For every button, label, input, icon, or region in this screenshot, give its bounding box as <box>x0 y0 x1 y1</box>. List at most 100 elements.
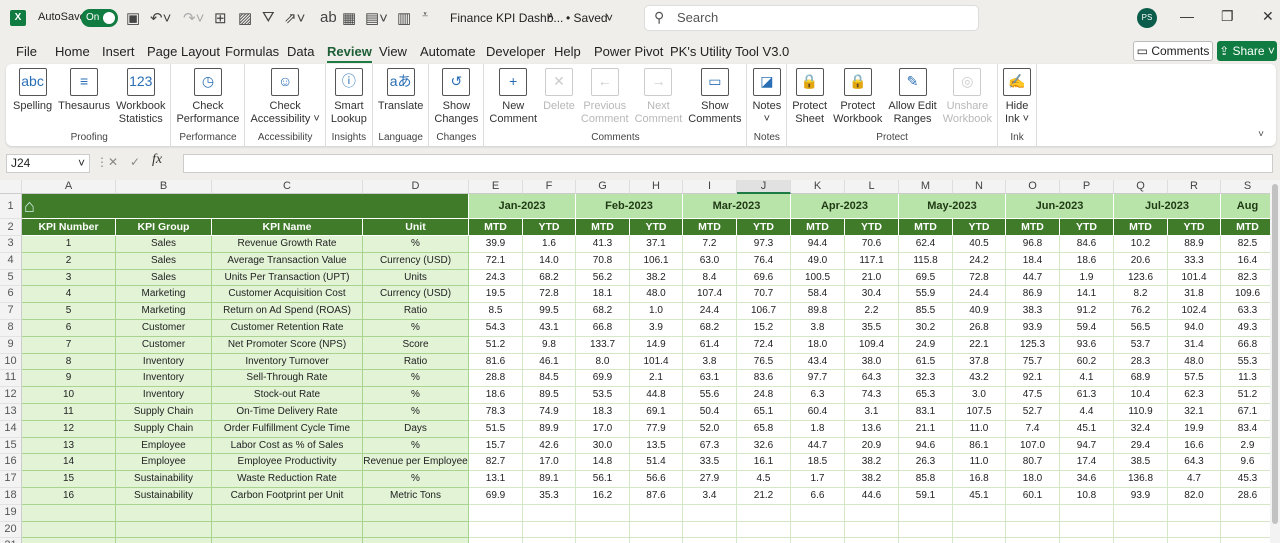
column-header-l[interactable]: L <box>845 180 899 194</box>
value-cell[interactable]: 86.1 <box>953 437 1006 455</box>
value-cell[interactable]: 44.7 <box>1006 269 1060 287</box>
kpi-unit-cell[interactable]: Currency (USD) <box>363 252 469 270</box>
save-status[interactable]: • Saved <box>566 11 608 25</box>
value-cell[interactable]: 84.5 <box>523 370 576 388</box>
value-cell[interactable]: 97.7 <box>791 370 845 388</box>
value-cell[interactable]: 65.1 <box>737 404 791 421</box>
value-cell[interactable]: 38.5 <box>1114 454 1168 472</box>
borders-icon[interactable]: ⊞ <box>214 9 227 27</box>
row-header[interactable]: 7 <box>0 303 22 320</box>
kpi-group-cell[interactable]: Sales <box>116 252 212 270</box>
kpi-unit-cell[interactable]: % <box>363 404 469 421</box>
column-header-c[interactable]: C <box>212 180 363 194</box>
value-cell[interactable]: 17.0 <box>576 420 630 438</box>
value-cell[interactable]: 16.1 <box>737 454 791 472</box>
row-header[interactable]: 12 <box>0 387 22 404</box>
value-cell[interactable]: 24.4 <box>953 286 1006 304</box>
kpi-unit-cell[interactable]: % <box>363 437 469 455</box>
value-cell[interactable]: 10.2 <box>1114 236 1168 253</box>
value-cell[interactable]: 94.4 <box>791 236 845 253</box>
empty-cell[interactable] <box>953 504 1006 522</box>
kpi-num-cell[interactable]: 11 <box>22 404 116 421</box>
row-header[interactable]: 1 <box>0 194 22 219</box>
value-cell[interactable]: 28.3 <box>1114 353 1168 371</box>
value-cell[interactable]: 67.3 <box>683 437 737 455</box>
empty-cell[interactable] <box>630 521 683 539</box>
value-cell[interactable]: 67.1 <box>1221 404 1270 421</box>
kpi-name-cell[interactable]: Average Transaction Value <box>212 252 363 270</box>
kpi-name-cell[interactable]: Order Fulfillment Cycle Time <box>212 420 363 438</box>
value-cell[interactable]: 2.9 <box>1221 438 1270 455</box>
value-cell[interactable]: 125.3 <box>1006 336 1060 354</box>
value-cell[interactable]: 52.7 <box>1006 404 1060 421</box>
value-cell[interactable]: 48.0 <box>630 286 683 304</box>
empty-cell[interactable] <box>22 538 116 543</box>
column-header-q[interactable]: Q <box>1114 180 1168 194</box>
empty-cell[interactable] <box>737 504 791 522</box>
value-cell[interactable]: 61.5 <box>899 353 953 371</box>
value-cell[interactable]: 9.8 <box>523 336 576 354</box>
kpi-name-cell[interactable]: Customer Acquisition Cost <box>212 286 363 304</box>
empty-cell[interactable] <box>212 504 363 522</box>
value-cell[interactable]: 49.0 <box>791 252 845 270</box>
empty-cell[interactable] <box>116 538 212 543</box>
value-cell[interactable]: 59.4 <box>1060 320 1114 337</box>
kpi-group-cell[interactable]: Inventory <box>116 387 212 404</box>
spelling-qat-icon[interactable]: ab <box>320 9 337 26</box>
value-cell[interactable]: 61.3 <box>1060 387 1114 404</box>
value-cell[interactable]: 29.4 <box>1114 437 1168 455</box>
restore-icon[interactable]: ❐ <box>1221 8 1234 25</box>
empty-cell[interactable] <box>523 538 576 543</box>
scrollbar-thumb[interactable] <box>1272 184 1278 524</box>
value-cell[interactable]: 31.4 <box>1168 336 1221 354</box>
collapse-ribbon-icon[interactable]: ˅ <box>1258 129 1264 140</box>
kpi-num-cell[interactable]: 3 <box>22 269 116 287</box>
value-cell[interactable]: 94.6 <box>899 437 953 455</box>
kpi-num-cell[interactable]: 4 <box>22 286 116 304</box>
redo-icon[interactable]: ↷˅ <box>183 9 204 27</box>
empty-cell[interactable] <box>1114 521 1168 539</box>
value-cell[interactable]: 38.2 <box>845 454 899 472</box>
kpi-name-cell[interactable]: Stock-out Rate <box>212 387 363 404</box>
kpi-name-cell[interactable]: Labor Cost as % of Sales <box>212 437 363 455</box>
value-cell[interactable]: 18.5 <box>791 454 845 472</box>
table-icon[interactable]: ▦ <box>342 9 356 27</box>
value-cell[interactable]: 47.5 <box>1006 387 1060 404</box>
kpi-unit-cell[interactable]: Ratio <box>363 303 469 320</box>
value-cell[interactable]: 3.0 <box>953 387 1006 404</box>
kpi-name-cell[interactable]: Employee Productivity <box>212 454 363 472</box>
value-cell[interactable]: 43.2 <box>953 370 1006 388</box>
kpi-num-cell[interactable]: 14 <box>22 454 116 472</box>
value-cell[interactable]: 40.5 <box>953 236 1006 253</box>
empty-cell[interactable] <box>1114 504 1168 522</box>
value-cell[interactable]: 24.9 <box>899 336 953 354</box>
row-header[interactable]: 16 <box>0 454 22 472</box>
value-cell[interactable]: 10.8 <box>1060 488 1114 505</box>
value-cell[interactable]: 24.8 <box>737 387 791 404</box>
value-cell[interactable]: 52.0 <box>683 420 737 438</box>
column-header-k[interactable]: K <box>791 180 845 194</box>
formula-input[interactable] <box>183 154 1273 173</box>
kpi-group-cell[interactable]: Customer <box>116 320 212 337</box>
kpi-group-cell[interactable]: Sustainability <box>116 471 212 488</box>
value-cell[interactable]: 59.1 <box>899 488 953 505</box>
value-cell[interactable]: 42.6 <box>523 437 576 455</box>
column-header-j[interactable]: J <box>737 180 791 194</box>
empty-cell[interactable] <box>1168 504 1221 522</box>
value-cell[interactable]: 15.7 <box>469 437 523 455</box>
empty-cell[interactable] <box>683 521 737 539</box>
value-cell[interactable]: 10.4 <box>1114 387 1168 404</box>
empty-cell[interactable] <box>953 521 1006 539</box>
row-header[interactable]: 21 <box>0 538 22 543</box>
value-cell[interactable]: 9.6 <box>1221 454 1270 472</box>
kpi-group-cell[interactable]: Marketing <box>116 286 212 304</box>
empty-cell[interactable] <box>1006 521 1060 539</box>
save-icon[interactable]: ▣ <box>126 9 140 27</box>
search-input[interactable]: Search <box>644 5 979 31</box>
kpi-unit-cell[interactable]: % <box>363 236 469 253</box>
value-cell[interactable]: 81.6 <box>469 353 523 371</box>
filter-icon[interactable]: ⛛ <box>262 9 275 26</box>
empty-cell[interactable] <box>469 521 523 539</box>
value-cell[interactable]: 86.9 <box>1006 286 1060 304</box>
value-cell[interactable]: 69.9 <box>576 370 630 388</box>
